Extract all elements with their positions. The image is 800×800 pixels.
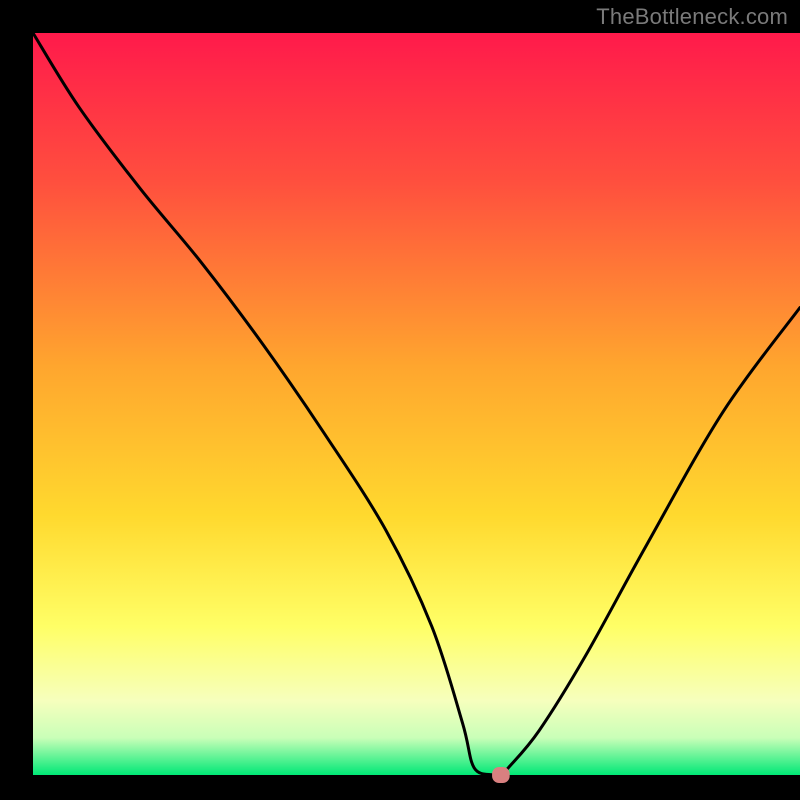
watermark-text: TheBottleneck.com (596, 4, 788, 30)
plot-background (33, 33, 800, 775)
chart-frame: TheBottleneck.com (0, 0, 800, 800)
optimal-point-marker (492, 767, 510, 783)
bottleneck-chart (0, 0, 800, 800)
